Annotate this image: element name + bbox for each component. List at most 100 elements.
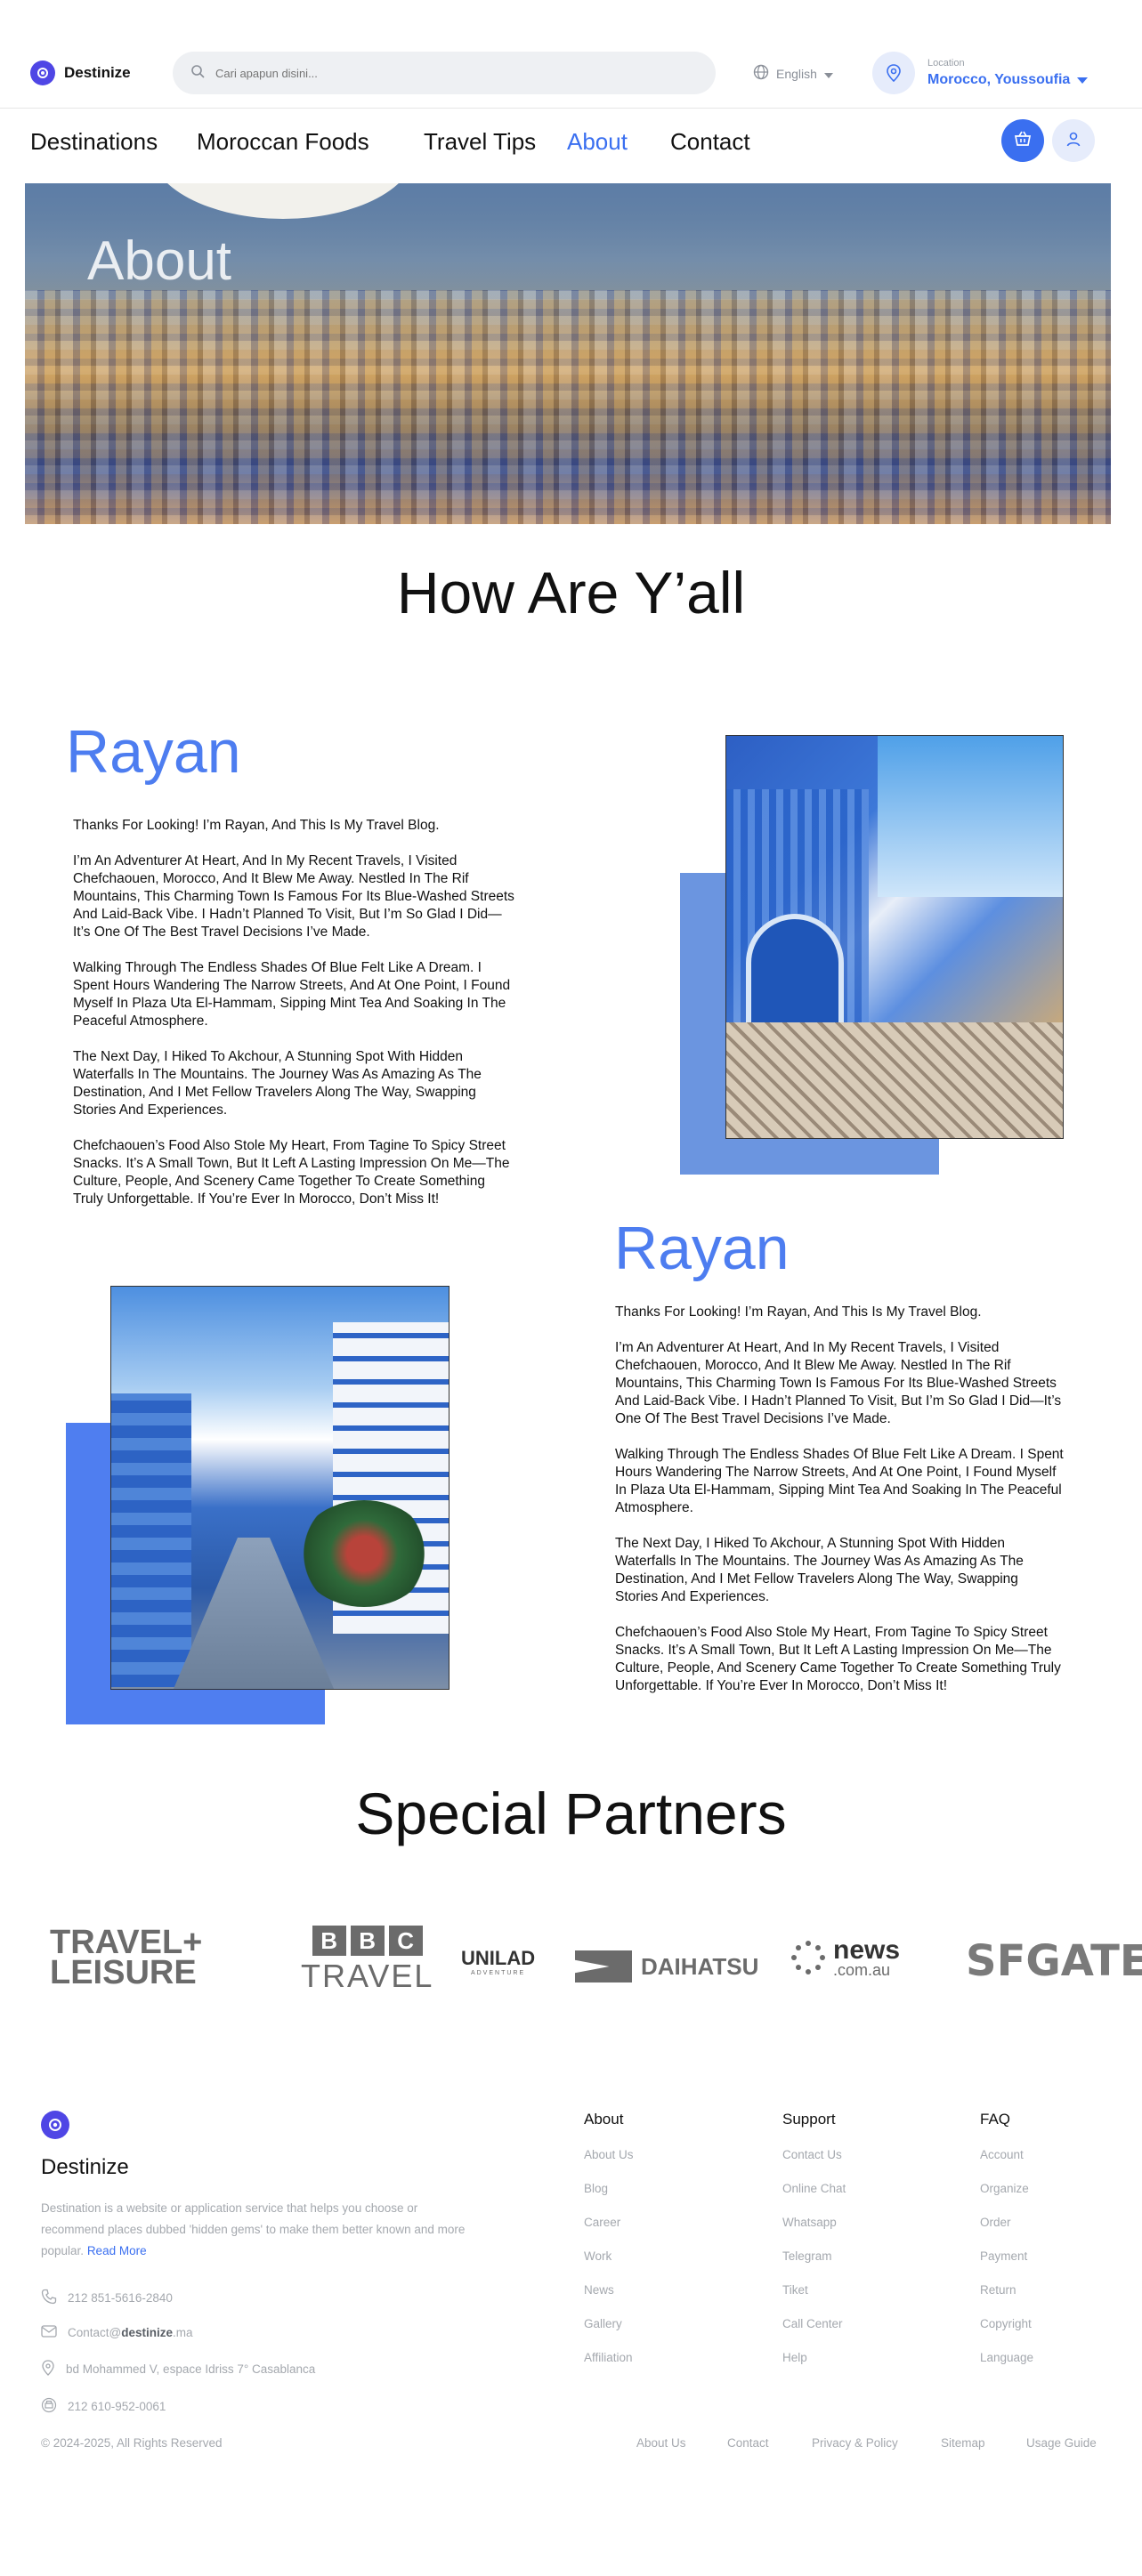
blog-author-name: Rayan [66,718,241,786]
partner-logo-travel-leisure[interactable]: TRAVEL+ LEISURE [50,1924,203,1991]
footer-link[interactable]: Call Center [782,2315,846,2349]
daihatsu-emblem-icon [575,1950,632,1982]
partner-logo-text: ADVENTURE [470,1970,526,1976]
hero-title: About [87,230,232,292]
partner-logo-news-com-au[interactable]: news .com.au [790,1934,901,1980]
footer-link[interactable]: Help [782,2349,846,2383]
blog-author-name: Rayan [614,1215,790,1282]
footer-link[interactable]: Organize [980,2180,1033,2214]
location-value: Morocco, Youssoufia [927,72,1071,87]
footer-description: Destination is a website or application … [41,2198,468,2262]
partner-logo-text: LEISURE [50,1954,197,1991]
search-icon [190,64,205,83]
footer-link[interactable]: Affiliation [584,2349,634,2383]
footer-email-suffix: .ma [173,2326,193,2339]
partner-logo-text: news [833,1934,901,1965]
hero-banner: About [25,183,1111,524]
top-bar: Destinize English Location Morocco, Yous… [0,0,1142,109]
search-bar[interactable] [173,52,716,94]
footer-email-prefix: Contact@ [68,2326,122,2339]
footer-link[interactable]: Career [584,2214,634,2248]
nav-contact[interactable]: Contact [670,128,750,156]
footer-link[interactable]: News [584,2281,634,2315]
footer-link[interactable]: Gallery [584,2315,634,2349]
footer-bottom-link[interactable]: Contact [727,2436,769,2450]
partner-logo-text: UNILAD [461,1947,536,1969]
footer-email[interactable]: Contact@destinize.ma [41,2324,193,2341]
brand-name: Destinize [64,64,131,81]
partner-logo-unilad[interactable]: UNILAD ADVENTURE [461,1947,535,1976]
footer-bottom-link[interactable]: About Us [636,2436,686,2450]
brand-logo-icon [30,61,55,85]
footer-link[interactable]: Tiket [782,2281,846,2315]
language-selector[interactable]: English [753,64,833,83]
nav-moroccan-foods[interactable]: Moroccan Foods [197,128,369,156]
footer-fax-text: 212 610-952-0061 [68,2400,166,2413]
main-nav: Destinations Moroccan Foods Travel Tips … [0,109,1142,183]
photo-floor [726,1022,1063,1138]
nav-about[interactable]: About [567,128,628,156]
language-label: English [776,66,817,81]
footer-link[interactable]: Account [980,2146,1033,2180]
footer-link[interactable]: Work [584,2248,634,2281]
footer-phone: 212 851-5616-2840 [41,2289,173,2307]
photo-sky [878,736,1063,897]
photo-plants [297,1500,431,1607]
printer-icon [41,2397,57,2416]
footer-link[interactable]: Online Chat [782,2180,846,2214]
footer-bottom-link[interactable]: Sitemap [941,2436,985,2450]
footer-column-title: About [584,2111,624,2128]
footer-address: bd Mohammed V, espace Idriss 7° Casablan… [41,2360,315,2378]
footer-brand-name: Destinize [41,2155,129,2179]
blog-paragraph: I’m An Adventurer At Heart, And In My Re… [615,1340,1062,1426]
footer-link[interactable]: Payment [980,2248,1033,2281]
chefchaouen-door-photo [725,735,1064,1139]
cart-button[interactable] [1001,119,1044,162]
footer-link[interactable]: About Us [584,2146,634,2180]
user-icon [1065,131,1081,151]
blog-paragraph: Chefchaouen’s Food Also Stole My Heart, … [615,1625,1061,1693]
blog-text: Thanks For Looking! I’m Rayan, And This … [615,1304,1065,1713]
footer-link[interactable]: Copyright [980,2315,1033,2349]
nav-destinations[interactable]: Destinations [30,128,158,156]
search-input[interactable] [215,66,660,80]
footer-column-about: About About Us Blog Career Work News Gal… [584,2111,634,2383]
chevron-down-icon [823,67,833,81]
footer-link[interactable]: Telegram [782,2248,846,2281]
blog-paragraph: Walking Through The Endless Shades Of Bl… [73,960,511,1029]
partners-row: TRAVEL+ LEISURE B B C TRAVEL UNILAD ADVE… [0,1913,1142,2002]
footer-link[interactable]: Contact Us [782,2146,846,2180]
footer-link[interactable]: Return [980,2281,1033,2315]
footer-bottom-link[interactable]: Privacy & Policy [812,2436,898,2450]
basket-icon [1014,131,1032,151]
partners-heading: Special Partners [355,1781,787,1846]
brand-logo[interactable]: Destinize [30,61,131,85]
footer-logo-icon[interactable] [41,2111,69,2139]
partner-logo-daihatsu[interactable]: DAIHATSU [575,1950,758,1982]
partner-logo-text: TRAVEL+ [50,1924,203,1961]
footer-column-title: FAQ [980,2111,1011,2128]
user-button[interactable] [1052,119,1095,162]
nav-travel-tips[interactable]: Travel Tips [424,128,536,156]
blog-paragraph: Thanks For Looking! I’m Rayan, And This … [615,1304,982,1320]
section-heading: How Are Y’all [396,560,746,626]
read-more-link[interactable]: Read More [87,2244,147,2257]
blog-paragraph: The Next Day, I Hiked To Akchour, A Stun… [615,1536,1024,1604]
globe-icon [753,64,769,83]
footer-link[interactable]: Language [980,2349,1033,2383]
blog-paragraph: Walking Through The Endless Shades Of Bl… [615,1447,1064,1515]
blog-paragraph: I’m An Adventurer At Heart, And In My Re… [73,853,514,940]
partner-logo-bbc-travel[interactable]: B B C TRAVEL [301,1926,433,1995]
location-pin-icon [41,2360,55,2378]
location-selector[interactable]: Location Morocco, Youssoufia [872,52,1089,94]
footer-bottom-link[interactable]: Usage Guide [1026,2436,1097,2450]
footer-link[interactable]: Order [980,2214,1033,2248]
partner-logo-sfgate[interactable]: SFGATE [966,1936,1142,1986]
footer-column-faq: FAQ Account Organize Order Payment Retur… [980,2111,1033,2383]
photo-left-wall [111,1393,191,1687]
footer-link[interactable]: Blog [584,2180,634,2214]
hero-town-texture [25,290,1111,524]
footer-link[interactable]: Whatsapp [782,2214,846,2248]
chevron-down-icon [1077,72,1089,88]
partner-logo-text: .com.au [833,1960,891,1979]
